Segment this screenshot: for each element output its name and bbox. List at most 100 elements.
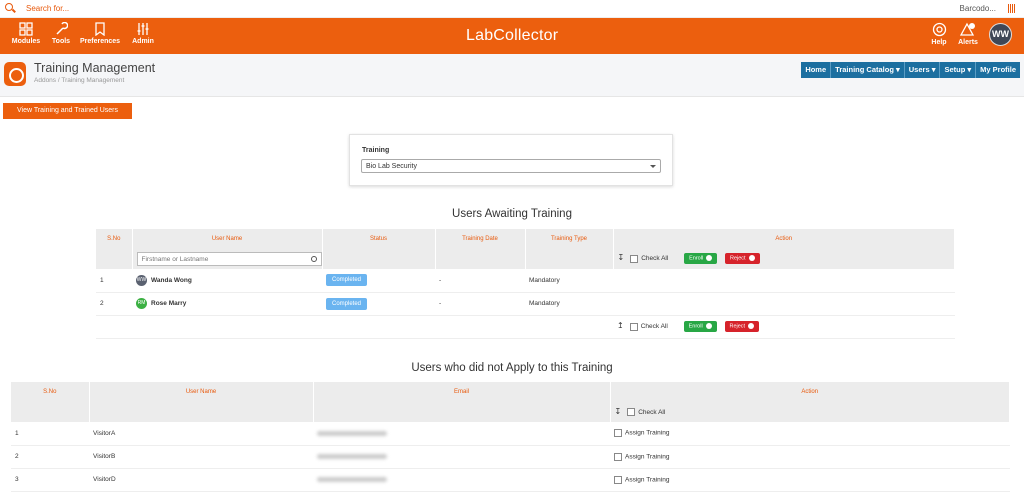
help-button[interactable]: Help <box>928 22 950 46</box>
filter-cell <box>89 401 314 422</box>
enroll-button[interactable]: Enroll <box>683 321 717 332</box>
lifebuoy-icon <box>932 22 946 37</box>
avatar: WW <box>136 274 147 286</box>
empty-cell <box>435 315 525 339</box>
username-cell: VisitorD <box>89 468 313 492</box>
assign-training-label: Assign Training <box>625 453 670 461</box>
redacted-email <box>317 453 387 459</box>
date-cell: - <box>435 269 525 293</box>
enroll-label: Enroll <box>689 255 704 262</box>
training-select[interactable]: Bio Lab Security <box>361 159 661 173</box>
table-row: 1 VisitorA Assign Training <box>11 422 1010 446</box>
user-name[interactable]: Rose Marry <box>151 300 186 307</box>
sort-down-icon[interactable]: ↧ <box>618 253 625 262</box>
col-action: Action <box>610 382 1010 401</box>
user-avatar[interactable]: WW <box>989 23 1012 46</box>
user-name[interactable]: Wanda Wong <box>151 277 192 284</box>
nav-tools-label: Tools <box>51 38 71 45</box>
col-training-type: Training Type <box>525 229 614 248</box>
menu-training-catalog[interactable]: Training Catalog ▾ <box>830 62 904 78</box>
username-cell: WW Wanda Wong <box>132 269 322 293</box>
reject-label: Reject <box>730 255 746 262</box>
page-title: Training Management <box>34 61 156 75</box>
username-cell: VisitorB <box>89 445 313 469</box>
status-cell: Completed <box>322 292 435 316</box>
awaiting-table: S.No User Name Status Training Date Trai… <box>96 229 955 339</box>
help-label: Help <box>931 39 947 46</box>
sort-down-icon[interactable]: ↧ <box>615 407 622 416</box>
training-select-card: Training Bio Lab Security <box>349 134 673 186</box>
action-cell: Assign Training <box>610 468 1010 492</box>
empty-cell <box>132 315 322 339</box>
search-icon <box>310 255 317 262</box>
email-cell <box>313 422 610 446</box>
check-icon <box>706 255 713 262</box>
col-email: Email <box>313 382 611 401</box>
sno-cell: 3 <box>11 468 89 492</box>
breadcrumb[interactable]: Addons / Training Management <box>34 77 124 84</box>
barcode-icon[interactable] <box>1008 4 1016 13</box>
sno-cell: 1 <box>96 269 132 293</box>
filter-cell <box>313 401 611 422</box>
table-row: 1 WW Wanda Wong Completed - Mandatory <box>96 269 955 293</box>
reject-button[interactable]: Reject <box>724 321 760 332</box>
completed-button[interactable]: Completed <box>326 274 368 287</box>
empty-cell <box>322 315 435 339</box>
search-input[interactable]: Search for... <box>26 4 69 13</box>
not-applied-title: Users who did not Apply to this Training <box>411 362 613 374</box>
col-username: User Name <box>132 229 323 248</box>
reject-button[interactable]: Reject <box>725 253 760 264</box>
filter-cell <box>525 248 614 269</box>
alerts-button[interactable]: Alerts <box>956 22 980 46</box>
redacted-email <box>317 430 387 436</box>
completed-button[interactable]: Completed <box>326 297 368 310</box>
filter-cell: Firstname or Lastname <box>132 248 323 269</box>
name-filter-input[interactable]: Firstname or Lastname <box>136 251 322 266</box>
empty-cell <box>525 315 613 339</box>
check-all-checkbox[interactable] <box>627 408 636 417</box>
close-icon <box>748 323 755 330</box>
nav-admin[interactable]: Admin <box>128 22 158 45</box>
search-icon[interactable] <box>5 3 13 11</box>
nav-preferences-label: Preferences <box>79 38 121 45</box>
assign-training-checkbox[interactable] <box>614 429 622 438</box>
action-cell: ↧ Check All <box>610 401 1010 422</box>
filter-cell <box>435 248 526 269</box>
bookmark-icon <box>95 22 105 36</box>
enroll-label: Enroll <box>688 323 703 330</box>
action-cell: ↧ Check All Enroll Reject <box>613 248 955 269</box>
avatar: RM <box>136 298 147 309</box>
sort-up-icon[interactable]: ↥ <box>617 321 624 330</box>
grid-icon <box>19 22 33 36</box>
col-training-date: Training Date <box>435 229 526 248</box>
menu-users[interactable]: Users ▾ <box>903 62 940 78</box>
menu-home[interactable]: Home <box>801 62 830 78</box>
menu-setup[interactable]: Setup ▾ <box>939 62 975 78</box>
check-all-checkbox[interactable] <box>630 254 639 263</box>
sliders-icon <box>137 23 149 35</box>
col-sno: S.No <box>96 229 133 248</box>
not-applied-table: S.No User Name Email Action ↧ Check All 1… <box>11 382 1010 492</box>
table-row: 2 RM Rose Marry Completed - Mandatory <box>96 292 955 316</box>
alerts-label: Alerts <box>958 39 978 46</box>
menu-my-profile[interactable]: My Profile <box>975 62 1020 78</box>
email-cell <box>313 445 610 469</box>
barcode-search-label[interactable]: Barcodo... <box>960 4 996 13</box>
labcollector-logo[interactable]: LabCollector <box>466 27 558 45</box>
type-cell: Mandatory <box>525 292 613 316</box>
check-all-label: Check All <box>638 408 666 416</box>
check-all-checkbox[interactable] <box>629 322 638 331</box>
assign-training-label: Assign Training <box>625 429 670 437</box>
nav-tools[interactable]: Tools <box>50 22 72 45</box>
assign-training-checkbox[interactable] <box>614 475 622 484</box>
nav-preferences[interactable]: Preferences <box>78 22 122 45</box>
table-row: 3 VisitorD Assign Training <box>11 468 1010 492</box>
check-all-label: Check All <box>640 323 668 331</box>
assign-training-checkbox[interactable] <box>614 452 622 461</box>
row-action-cell <box>613 292 955 316</box>
enroll-button[interactable]: Enroll <box>684 253 718 264</box>
view-training-button[interactable]: View Training and Trained Users <box>3 103 132 119</box>
nav-modules[interactable]: Modules <box>10 22 42 45</box>
reject-label: Reject <box>729 323 746 330</box>
username-cell: VisitorA <box>89 422 313 446</box>
